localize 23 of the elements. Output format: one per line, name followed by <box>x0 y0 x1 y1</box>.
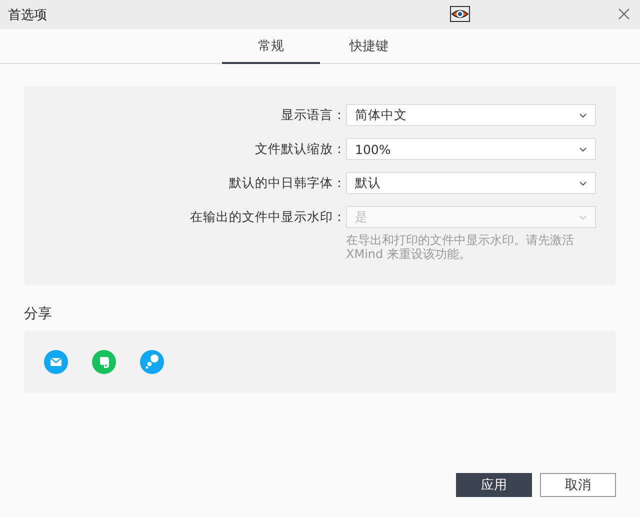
setting-label: 默认的中日韩字体： <box>228 174 346 192</box>
elephant-icon[interactable] <box>92 350 116 374</box>
tab[interactable]: 快捷键 <box>320 29 418 64</box>
tab[interactable]: 常规 <box>222 29 320 64</box>
chevron-down-icon <box>579 112 587 118</box>
apply-button[interactable]: 应用 <box>456 473 532 497</box>
section-title: 分享 <box>24 305 53 323</box>
cancel-button[interactable]: 取消 <box>540 473 616 497</box>
chevron-down-icon <box>579 214 587 220</box>
eye-icon <box>450 6 470 22</box>
setting-label: 在输出的文件中显示水印： <box>189 208 346 226</box>
chevron-down-icon <box>579 146 587 152</box>
dropdown[interactable]: 默认 <box>346 172 596 194</box>
dropdown[interactable]: 简体中文 <box>346 104 596 126</box>
window-title: 首选项 <box>7 6 47 24</box>
dropdown[interactable]: 100% <box>346 138 596 160</box>
setting-label: 文件默认缩放： <box>254 140 346 158</box>
bubbles-icon[interactable] <box>140 350 164 374</box>
envelope-icon[interactable] <box>44 350 68 374</box>
close-icon <box>618 8 630 20</box>
hint-text: 在导出和打印的文件中显示水印。请先激活 XMind 来重设该功能。 <box>346 233 575 261</box>
chevron-down-icon <box>579 180 587 186</box>
setting-label: 显示语言： <box>280 106 346 124</box>
